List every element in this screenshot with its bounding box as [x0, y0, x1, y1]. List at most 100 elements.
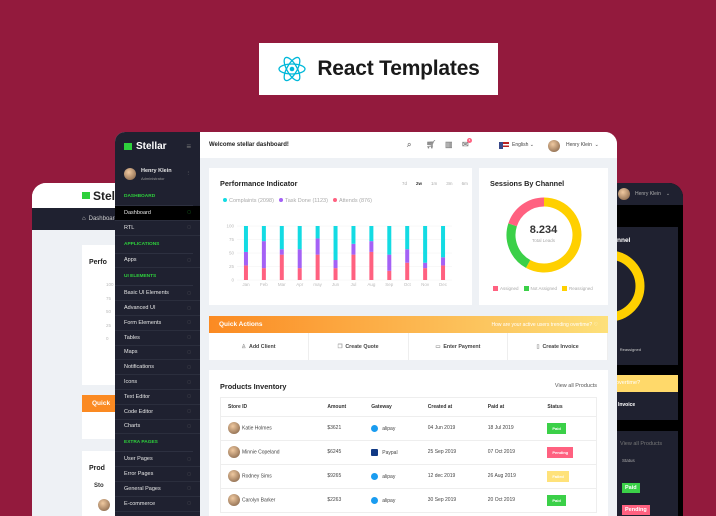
bar-attends-feb — [261, 268, 266, 280]
sidebar-item-label: Code Editor — [124, 408, 154, 415]
copy-icon: ❐ — [337, 343, 343, 350]
sidebar-item-tables[interactable]: Tables ◌ — [115, 331, 200, 346]
chart-icon[interactable]: ▥ — [445, 140, 453, 149]
brand[interactable]: Stellar — [136, 141, 167, 152]
sidebar-item-label: User Pages — [124, 456, 153, 463]
menu-toggle-icon[interactable]: ≡ — [186, 142, 191, 151]
x-tick-label: Dec — [439, 282, 448, 287]
create-quote-button[interactable]: ❐ Create Quote — [309, 333, 409, 360]
sidebar-item-dashboard[interactable]: Dashboard ◌ — [115, 206, 200, 221]
react-logo-icon — [278, 56, 306, 82]
sidebar-item-label: Apps — [124, 257, 137, 264]
globe-icon: ◌ — [186, 378, 191, 386]
user-menu[interactable]: Henry Klein ⌄ — [566, 142, 599, 148]
sidebar-section-label: APPLICATIONS — [115, 236, 193, 254]
amount: $2263 — [320, 487, 365, 512]
performance-card: Performance Indicator 7d 2w 1m 3m 6m Complai… — [209, 168, 472, 305]
total-leads-value: 8.234 — [529, 224, 558, 236]
refresh-icon: ◌ — [186, 224, 191, 232]
x-tick-label: Oct — [404, 282, 412, 287]
x-tick-label: Nov — [421, 282, 430, 287]
bar-task-may — [315, 238, 320, 255]
user-options-icon[interactable]: ⋮ — [186, 171, 192, 177]
gateway: alipay — [382, 473, 396, 480]
avatar[interactable] — [548, 140, 560, 152]
y-tick-label: 100 — [226, 224, 234, 229]
view-all-products-link[interactable]: View all Products — [620, 441, 678, 447]
legend-swatch — [562, 286, 568, 292]
bar-attends-aug — [369, 251, 374, 280]
cart-icon[interactable]: 🛒︎ — [426, 140, 436, 149]
sidebar-item-label: Basic UI Elements — [124, 290, 169, 297]
quick-actions-row: ♙ Add Client ❐ Create Quote ▭ Enter Payment ▯ C… — [209, 333, 608, 360]
x-tick-label: Jul — [351, 282, 357, 287]
legend-item[interactable]: Assigned — [493, 286, 519, 292]
breadcrumb[interactable]: Dashboard — [89, 216, 118, 222]
welcome-text: Welcome stellar dashboard! — [209, 142, 289, 148]
legend-item[interactable]: Reassigned — [562, 286, 593, 292]
column-header: Gateway — [371, 403, 392, 410]
sidebar-item-notifications[interactable]: Notifications ◌ — [115, 360, 200, 376]
add-client-button[interactable]: ♙ Add Client — [209, 333, 309, 360]
sidebar-item-general-pages[interactable]: General Pages ◌ — [115, 482, 200, 497]
bar-attends-may — [315, 254, 320, 280]
us-flag-icon — [499, 142, 509, 149]
performance-bar-chart: 100 75 50 25 0 Jan Feb Mar Apr may Jun Jul Aug Sep Oct… — [226, 224, 452, 287]
gateway: Paypal — [382, 449, 398, 456]
sidebar-item-text-editor[interactable]: Text Editor ◌ — [115, 390, 200, 405]
sidebar-item-error-pages[interactable]: Error Pages ◌ — [115, 467, 200, 482]
table-row[interactable]: Rodney Sims $9265 alipay 12 dec 2019 26 Aug … — [221, 463, 596, 488]
legend-swatch — [493, 286, 498, 292]
bar-attends-apr — [297, 268, 302, 280]
monitor-icon: ◌ — [186, 209, 191, 217]
sidebar-item-basic-ui-elements[interactable]: Basic UI Elements ◌ — [115, 286, 200, 302]
bar-attends-oct — [405, 262, 410, 280]
sidebar-item-user-pages[interactable]: User Pages ◌ — [115, 452, 200, 468]
x-tick-label: Aug — [367, 282, 376, 287]
enter-payment-button[interactable]: ▭ Enter Payment — [409, 333, 509, 360]
sidebar-item-icons[interactable]: Icons ◌ — [115, 375, 200, 390]
user-name[interactable]: Henry Klein — [635, 191, 661, 197]
avatar — [228, 422, 240, 434]
x-tick-label: may — [313, 282, 322, 287]
bar-attends-nov — [423, 268, 428, 280]
bar-complaints-jan — [243, 226, 248, 252]
bar-task-jan — [243, 251, 248, 266]
sidebar-item-label: Maps — [124, 349, 138, 356]
sidebar-item-advanced-ui[interactable]: Advanced UI ◌ — [115, 301, 200, 316]
map-pin-icon: ◌ — [186, 348, 191, 356]
background-window-left: Stel ⌂ Dashboard Perfo 100 75 50 25 0 Quick P… — [32, 183, 122, 516]
bell-icon: ◌ — [186, 363, 191, 371]
sidebar-item-form-elements[interactable]: Form Elements ◌ — [115, 316, 200, 331]
avatar — [228, 494, 240, 507]
sidebar-item-code-editor[interactable]: Code Editor ◌ — [115, 405, 200, 420]
brand: Stel — [93, 188, 116, 203]
sidebar-item-apps[interactable]: Apps ◌ — [115, 254, 200, 269]
table-row[interactable]: Katie Holmes $3621 alipay 04 Jun 2019 18 Jul… — [221, 415, 596, 440]
phone-icon: ◌ — [186, 408, 191, 416]
bar-complaints-feb — [261, 226, 266, 242]
y-tick-label: 0 — [231, 278, 234, 283]
legend-item[interactable]: Not Assigned — [523, 286, 557, 292]
legend-item: Reassigned — [619, 347, 641, 352]
store-name: Minnie Copeland — [242, 449, 280, 456]
bar-task-sep — [387, 254, 392, 271]
paypal-icon — [371, 448, 379, 456]
sidebar-item-label: Notifications — [124, 364, 154, 371]
sidebar-item-e-commerce[interactable]: E-commerce ◌ — [115, 497, 200, 512]
language-select[interactable]: English ⌄ — [512, 142, 534, 148]
y-tick-label: 50 — [229, 251, 235, 256]
sidebar-item-rtl[interactable]: RTL ◌ — [115, 221, 200, 236]
table-row[interactable]: Carolyn Barker $2263 alipay 30 Sep 2019 20 O… — [221, 487, 596, 512]
table-row[interactable]: Minnie Copeland $6245 Paypal 25 Sep 2019 07 … — [221, 439, 596, 464]
brand-logo-icon — [124, 142, 132, 150]
bar-task-mar — [279, 249, 284, 255]
create-invoice-button[interactable]: ▯ Create Invoice — [508, 333, 608, 360]
lightbulb-icon: ♡ — [593, 321, 598, 328]
sidebar-item-label: RTL — [124, 224, 135, 231]
sidebar-item-maps[interactable]: Maps ◌ — [115, 346, 200, 361]
view-all-products-link[interactable]: View all Products — [555, 383, 597, 389]
search-icon[interactable]: ⌕ — [407, 140, 411, 150]
sidebar-item-charts[interactable]: Charts ◌ — [115, 420, 200, 435]
bar-complaints-may — [315, 226, 320, 239]
